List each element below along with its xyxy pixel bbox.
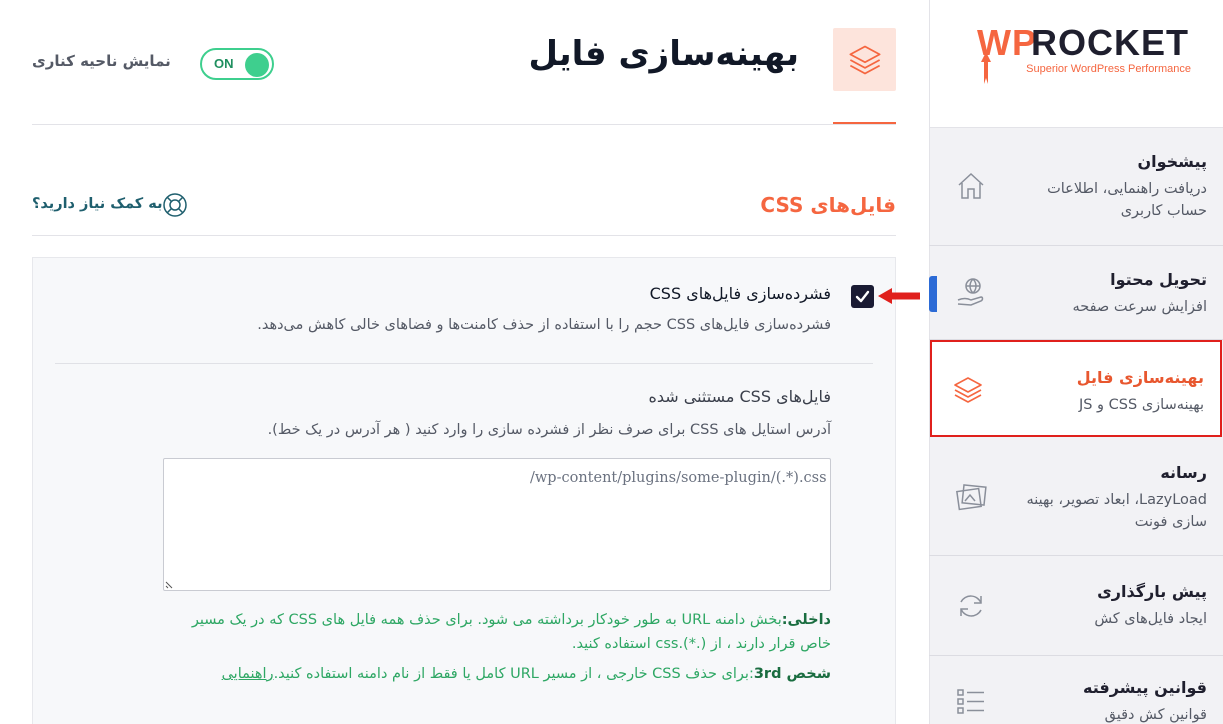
option-divider (55, 363, 873, 364)
internal-note: داخلی:بخش دامنه URL به طور خودکار برداشت… (171, 608, 831, 656)
lifebuoy-icon[interactable] (162, 192, 188, 218)
help-link[interactable]: به کمک نیاز دارید؟ (32, 196, 163, 212)
excluded-css-description: آدرس استایل های CSS برای صرف نظر از فشرد… (267, 422, 831, 438)
header-divider (32, 124, 896, 125)
sidebar-item-media[interactable]: رسانه LazyLoad، ابعاد تصویر، بهینه سازی … (929, 437, 1223, 556)
logo-tagline: Superior WordPress Performance (1026, 63, 1191, 75)
rocket-flame-icon (981, 52, 991, 84)
third-party-note: شخص 3rd:برای حذف CSS خارجی ، از مسیر URL… (171, 662, 831, 686)
sidebar-item-desc: LazyLoad، ابعاد تصویر، بهینه سازی فونت (1026, 492, 1207, 530)
third-party-note-text: :برای حذف CSS خارجی ، از مسیر URL کامل ی… (273, 666, 754, 682)
sidebar-item-preload[interactable]: پیش بارگذاری ایجاد فایل‌های کش (929, 556, 1223, 656)
excluded-css-placeholder: /wp-content/plugins/some-plugin/(.*).css (530, 470, 827, 486)
guide-link[interactable]: راهنمایی (222, 666, 274, 682)
internal-note-label: داخلی: (781, 612, 831, 628)
header-icon-box (833, 28, 896, 91)
sidebar-item-title: پیشخوان (1137, 152, 1207, 171)
sidebar-toggle-label: نمایش ناحیه کناری (32, 52, 171, 70)
sidebar: WP ROCKET Superior WordPress Performance… (929, 0, 1223, 724)
section-title: فایل‌های CSS (760, 193, 896, 217)
layers-icon (849, 45, 881, 75)
checkmark-icon (855, 290, 870, 303)
sidebar-item-title: پیش بارگذاری (1097, 582, 1207, 601)
images-icon (956, 484, 987, 511)
third-party-note-label: شخص 3rd (753, 666, 831, 682)
page-title: بهینه‌سازی فایل (528, 34, 799, 74)
sidebar-item-dashboard[interactable]: پیشخوان دریافت راهنمایی، اطلاعات حساب کا… (929, 128, 1223, 246)
sidebar-item-desc: قوانین کش دقیق (1104, 707, 1207, 723)
resize-grip-icon[interactable] (164, 578, 176, 590)
sidebar-item-advanced-rules[interactable]: قوانین پیشرفته قوانین کش دقیق (929, 656, 1223, 724)
sidebar-item-desc: بهینه‌سازی CSS و JS (1078, 397, 1204, 413)
internal-note-text: بخش دامنه URL به طور خودکار برداشته می ش… (191, 612, 831, 652)
excluded-css-title: فایل‌های CSS مستثنی شده (648, 387, 831, 406)
layers-icon (954, 377, 982, 403)
minify-css-description: فشرده‌سازی فایل‌های CSS حجم را با استفاد… (257, 317, 831, 333)
minify-css-checkbox[interactable] (851, 285, 874, 308)
refresh-icon (960, 595, 982, 617)
toggle-state-label: ON (214, 56, 234, 71)
section-divider (32, 235, 896, 236)
sidebar-item-title: قوانین پیشرفته (1083, 678, 1207, 697)
sidebar-item-cdn[interactable]: تحویل محتوا افزایش سرعت صفحه (929, 246, 1223, 340)
sidebar-item-desc: افزایش سرعت صفحه (1072, 299, 1207, 315)
sidebar-item-title: رسانه (1160, 463, 1207, 482)
sidebar-item-desc: دریافت راهنمایی، اطلاعات حساب کاربری (1047, 181, 1207, 219)
brand-logo[interactable]: WP ROCKET Superior WordPress Performance (930, 0, 1223, 128)
list-icon (957, 689, 984, 714)
annotation-arrow-icon (878, 288, 920, 304)
sidebar-item-file-optimization[interactable]: بهینه‌سازی فایل بهینه‌سازی CSS و JS (930, 340, 1222, 437)
sidebar-item-desc: ایجاد فایل‌های کش (1094, 611, 1207, 627)
toggle-knob (245, 53, 269, 77)
minify-css-title: فشرده‌سازی فایل‌های CSS (649, 284, 831, 303)
sidebar-item-title: بهینه‌سازی فایل (1076, 368, 1204, 387)
cdn-hand-icon (957, 278, 984, 306)
logo-rocket-text: ROCKET (1031, 22, 1189, 63)
sidebar-toggle-switch[interactable]: ON (200, 48, 274, 80)
sidebar-collapse-tab[interactable] (929, 276, 937, 312)
home-icon (958, 172, 984, 199)
sidebar-item-title: تحویل محتوا (1110, 270, 1207, 289)
